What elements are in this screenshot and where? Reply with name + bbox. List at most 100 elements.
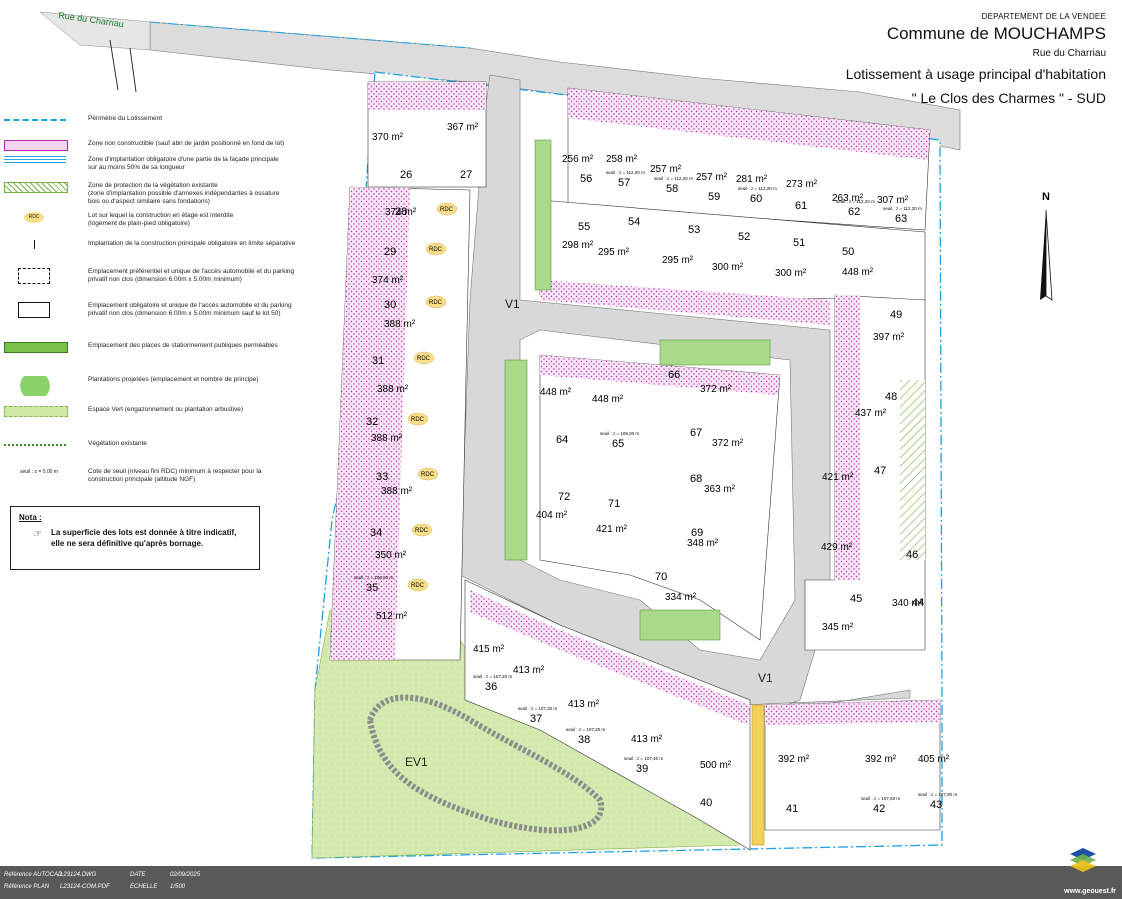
lot-number: 45 [850,593,862,605]
lot-area: 258 m² [606,154,638,165]
lot-area: 405 m² [918,754,950,765]
lot-number: 38 [578,734,590,746]
rdc-label: RDC [421,472,435,478]
street-subtitle: Rue du Charriau [1032,48,1106,59]
lot-number: 47 [874,465,886,477]
lot-number: 30 [384,299,396,311]
threshold-level: seuil : z = 112,20 m [883,206,922,211]
lot-area: 448 m² [540,387,572,398]
commune-title: Commune de MOUCHAMPS [886,24,1106,43]
legend-text: Lot sur lequel la construction en étage … [88,212,234,227]
lot-number: 33 [376,471,388,483]
threshold-level: seuil : z = 112,20 m [654,176,693,181]
lot-area: 388 m² [371,433,403,444]
rdc-label: RDC [411,417,425,423]
ref-plan-value: L23124-COM.PDF [60,884,110,890]
lot-number: 52 [738,231,750,243]
lot-number: 60 [750,193,762,205]
legend-text: Périmètre du Lotissement [88,115,163,122]
threshold-level: seuil : z = 107,60 m [861,796,900,801]
lot-area: 512 m² [376,611,408,622]
rdc-marker-icon: RDC [24,212,44,223]
ref-autocad-value: L23124.DWG [60,872,97,878]
lot-number: 26 [400,169,412,181]
lot-number: 35 [366,582,378,594]
lot-area: 415 m² [473,644,505,655]
lot-area: 340 m² [892,598,924,609]
lot-area: 256 m² [562,154,594,165]
lot-area: 392 m² [778,754,810,765]
north-lots-block [539,87,931,325]
lot-area: 257 m² [650,164,682,175]
department-label: DEPARTEMENT DE LA VENDEE [981,12,1106,21]
lot-area: 295 m² [662,255,694,266]
lot-area: 300 m² [775,268,807,279]
lot-number: 51 [793,237,805,249]
legend-text: Implantation de la construction principa… [88,240,296,247]
lot-number: 63 [895,213,907,225]
road-label-v1: V1 [505,297,520,311]
lot-area: 372 m² [700,384,732,395]
lot-number: 61 [795,200,807,212]
rdc-label: RDC [415,528,429,534]
lot-number: 29 [384,246,396,258]
date-value: 02/09/2025 [170,872,201,878]
rdc-label: RDC [429,300,443,306]
threshold-level: seuil : z = 106,90 m [354,575,393,580]
preferred-access-icon [18,268,50,284]
north-arrow: N [1040,191,1053,301]
lot-number: 62 [848,206,860,218]
lot-number: 41 [786,803,798,815]
lot-number: 57 [618,177,630,189]
ref-plan-label: Référence PLAN [4,884,50,890]
lot-area: 257 m² [696,172,728,183]
lot-area: 448 m² [842,267,874,278]
lot-area: 421 m² [822,472,854,483]
green-space-icon [4,406,68,417]
legend-text: Emplacement préférentiel et unique de l'… [88,268,295,283]
lot-number: 42 [873,803,885,815]
ref-autocad-label: Référence AUTOCAD [4,872,63,878]
scale-label: ECHELLE [130,884,158,890]
road-label-v1-south: V1 [758,671,773,685]
lot-number: 49 [890,309,902,321]
legend-text: Emplacement des places de stationnement … [88,342,278,349]
lot-number: 50 [842,246,854,258]
legend-text: Emplacement obligatoire et unique de l'a… [88,302,292,317]
lot-number: 70 [655,571,667,583]
threshold-level: seuil : z = 112,20 m [738,186,777,191]
boundary-marker-icon [34,240,35,249]
legend-text: Espace Vert (engazonnement ou plantation… [88,406,244,413]
lot-number: 43 [930,799,942,811]
lot-area: 374 m² [372,275,404,286]
lot-number: 27 [460,169,472,181]
lot-number: 53 [688,224,700,236]
note-title: Nota : [19,513,42,522]
lot-area: 448 m² [592,394,624,405]
threshold-level: seuil : z = 107,40 m [624,756,663,761]
rdc-label: RDC [440,207,454,213]
lot-area: 413 m² [631,734,663,745]
ev1-label: EV1 [405,755,428,769]
north-label: N [1042,191,1050,203]
lot-number: 31 [372,355,384,367]
legend-text: Zone non constructible (sauf abri de jar… [88,140,285,147]
lot-number: 71 [608,498,620,510]
lot-area: 429 m² [821,542,853,553]
facade-zone-icon [4,156,66,165]
lot-number: 66 [668,369,680,381]
lot-area: 298 m² [562,240,594,251]
lot-area: 388 m² [381,486,413,497]
legend-text: Végétation existante [88,440,147,447]
lot-area: 392 m² [865,754,897,765]
threshold-level: seuil : z = 112,20 m [606,170,645,175]
lot-area: 500 m² [700,760,732,771]
lot-number: 36 [485,681,497,693]
lot-number: 64 [556,434,568,446]
lot-area: 300 m² [712,262,744,273]
lot-area: 295 m² [598,247,630,258]
lot-area: 421 m² [596,524,628,535]
projected-plantings-icon [4,376,66,396]
threshold-level: seuil : z = 112,20 m [836,199,875,204]
lot-area: 413 m² [513,665,545,676]
